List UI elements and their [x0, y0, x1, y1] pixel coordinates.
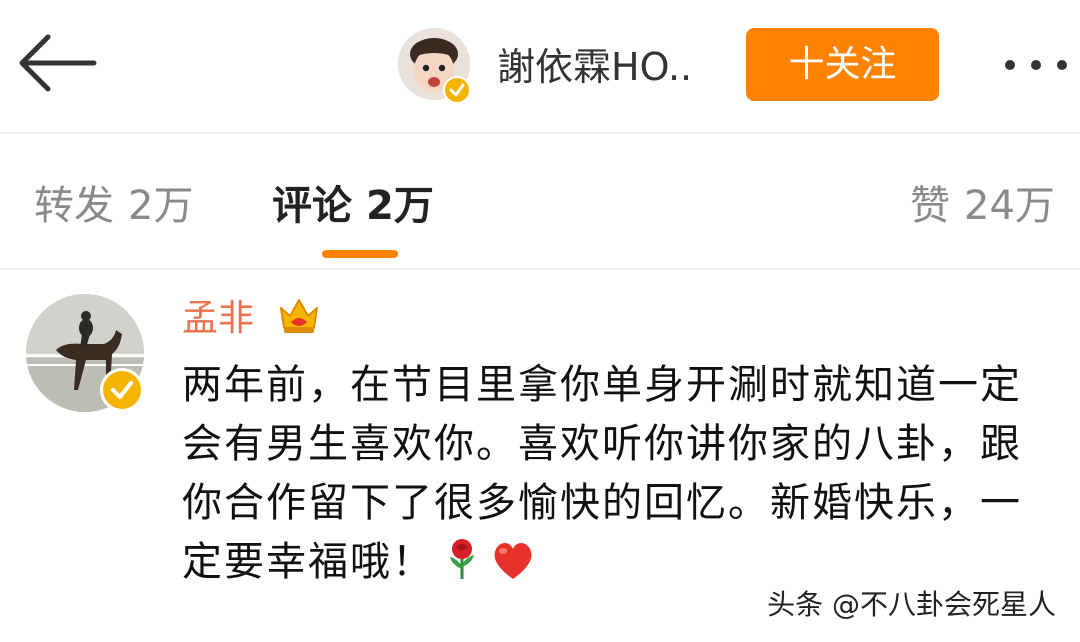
user-name[interactable]: 謝依霖HO.. — [497, 40, 692, 94]
heart-icon — [490, 539, 536, 598]
crown-icon — [280, 299, 318, 333]
verified-icon — [445, 78, 469, 102]
back-arrow-icon — [19, 34, 97, 92]
tab-count: 2万 — [366, 183, 434, 229]
tab-label: 评论 — [272, 183, 352, 229]
tab-count: 24万 — [964, 183, 1055, 229]
comment-body: 两年前，在节目里拿你单身开涮时就知道一定会有男生喜欢你。喜欢听你讲你家的八卦，跟… — [182, 356, 1062, 598]
active-tab-indicator — [322, 250, 398, 258]
watermark: 头条 @不八卦会死星人 — [761, 584, 1062, 626]
tab-bar: 转发 2万 评论 2万 赞 24万 — [0, 134, 1080, 270]
follow-button[interactable]: 十关注 — [746, 28, 939, 101]
tab-comments[interactable]: 评论 2万 — [272, 178, 434, 234]
comment-text: 两年前，在节目里拿你单身开涮时就知道一定会有男生喜欢你。喜欢听你讲你家的八卦，跟… — [182, 362, 1022, 585]
comment-item: 孟非 两年前，在节目里拿你单身开涮时就知道一定会有男生喜欢你。喜欢听你讲你家的八… — [0, 270, 1080, 642]
tab-likes[interactable]: 赞 24万 — [910, 178, 1055, 234]
weibo-comment-screen: 謝依霖HO.. 十关注 转发 2万 评论 2万 赞 24万 孟非 两年前，在节目… — [0, 0, 1080, 642]
more-button[interactable] — [998, 50, 1074, 80]
tab-label: 赞 — [910, 183, 950, 229]
top-bar: 謝依霖HO.. 十关注 — [0, 0, 1080, 134]
verified-badge — [100, 368, 144, 412]
back-button[interactable] — [14, 28, 100, 98]
tab-repost[interactable]: 转发 2万 — [34, 178, 193, 234]
verified-badge — [443, 76, 471, 104]
crown-badge[interactable] — [276, 292, 322, 338]
tab-count: 2万 — [128, 183, 194, 229]
verified-icon — [103, 371, 141, 409]
rose-icon — [444, 537, 480, 598]
tab-label: 转发 — [34, 183, 114, 229]
more-dots-icon — [1005, 60, 1067, 70]
comment-author-name[interactable]: 孟非 — [182, 294, 254, 344]
